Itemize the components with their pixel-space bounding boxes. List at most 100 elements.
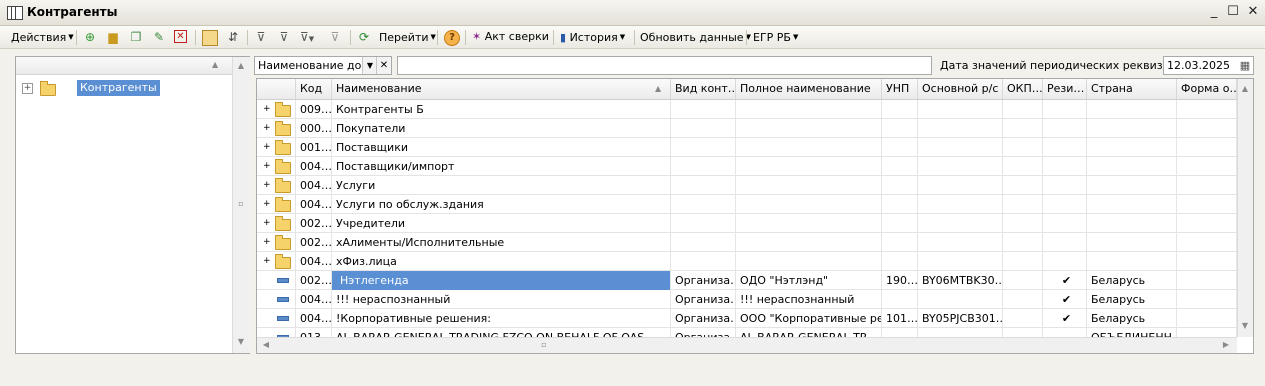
refresh-data-menu[interactable]: Обновить данные ▼	[640, 29, 751, 45]
table-row[interactable]: 004…!!! нераспознанный Организа…!!! нерас…	[257, 290, 1237, 309]
column-header[interactable]: Полное наименование	[736, 79, 882, 99]
hierarchy-view-icon[interactable]	[202, 30, 218, 46]
cell-type	[671, 100, 736, 119]
column-header[interactable]: Код	[296, 79, 332, 99]
column-header[interactable]: Форма о…	[1177, 79, 1237, 99]
cell-account	[918, 252, 1003, 271]
table-row-group[interactable]: +001… Поставщики	[257, 138, 1237, 157]
tree-item-root[interactable]: Контрагенты	[77, 80, 160, 96]
egr-menu[interactable]: ЕГР РБ ▼	[753, 29, 798, 45]
filter-history-icon[interactable]: ⊽▼	[300, 30, 314, 44]
table-row-group[interactable]: +002… Учредители	[257, 214, 1237, 233]
table-hscrollbar[interactable]: ◀ ▫ ▶	[257, 337, 1237, 353]
date-field[interactable]: 12.03.2025 ▦	[1163, 56, 1254, 75]
table-row-group[interactable]: +004… Поставщики/импорт	[257, 157, 1237, 176]
tree-scrollbar[interactable]: ▲ ▫ ▼	[232, 57, 250, 353]
expand-icon[interactable]: +	[22, 83, 33, 94]
expand-icon[interactable]: +	[263, 157, 271, 176]
column-header[interactable]: Рези…	[1043, 79, 1087, 99]
table-row-group[interactable]: +009… Контрагенты Б	[257, 100, 1237, 119]
delete-icon[interactable]: ✕	[174, 30, 187, 43]
close-button[interactable]: ✕	[1244, 4, 1262, 20]
table-row-group[interactable]: +000… Покупатели	[257, 119, 1237, 138]
history-menu[interactable]: ▮ История ▼	[560, 29, 625, 45]
copy-icon[interactable]: ❐	[129, 30, 143, 44]
goto-menu[interactable]: Перейти ▼	[379, 29, 436, 45]
cell-account: BY06MTBK30…	[918, 271, 1003, 290]
scroll-down-icon[interactable]: ▼	[234, 335, 248, 349]
scroll-down-icon[interactable]: ▼	[1238, 319, 1252, 333]
column-header[interactable]: УНП	[882, 79, 918, 99]
filter-clear-icon[interactable]: ⊽	[328, 30, 342, 44]
row-icon-cell: +	[257, 119, 296, 138]
add-icon[interactable]: ⊕	[83, 30, 97, 44]
column-header[interactable]: Наименование	[332, 79, 671, 99]
expand-icon[interactable]: +	[263, 252, 271, 271]
counterparties-table[interactable]: Код Наименование ▲ Вид конт… Полное наименов…	[256, 78, 1254, 354]
table-row-group[interactable]: +002… хАлименты/Исполнительные	[257, 233, 1237, 252]
table-row-group[interactable]: +004… Услуги	[257, 176, 1237, 195]
cell-account	[918, 328, 1003, 337]
dropdown-arrow-icon[interactable]: ▼	[362, 57, 377, 74]
cell-name: !!! нераспознанный	[332, 290, 671, 309]
scroll-thumb[interactable]: ▫	[537, 338, 551, 352]
cell-okp	[1003, 195, 1043, 214]
minimize-button[interactable]: _	[1205, 4, 1223, 20]
folder-icon	[275, 121, 291, 136]
date-value: 12.03.2025	[1167, 59, 1230, 72]
cell-resident	[1043, 138, 1087, 157]
edit-icon[interactable]: ✎	[152, 30, 166, 44]
cell-country	[1087, 252, 1177, 271]
folder-icon	[275, 197, 291, 212]
reconcile-button[interactable]: ✶ Акт сверки	[472, 29, 549, 45]
dropdown-arrow-icon: ▼	[68, 33, 74, 41]
move-to-group-icon[interactable]: ⇵	[226, 30, 240, 44]
table-row-group[interactable]: +004… Услуги по обслуж.здания	[257, 195, 1237, 214]
expand-icon[interactable]: +	[263, 100, 271, 119]
maximize-button[interactable]: ☐	[1224, 4, 1242, 20]
table-row[interactable]: 004… !Корпоративные решения: Организа… ООО …	[257, 309, 1237, 328]
cell-type	[671, 252, 736, 271]
cell-okp	[1003, 328, 1043, 337]
cell-type	[671, 119, 736, 138]
actions-menu[interactable]: Действия ▼	[11, 29, 74, 45]
refresh-icon[interactable]: ⟳	[357, 30, 371, 44]
folder-icon	[40, 81, 56, 96]
scroll-up-icon[interactable]: ▲	[1238, 82, 1252, 96]
search-field-combo[interactable]: Наименование догс ▼ ✕	[254, 56, 392, 75]
cell-okp	[1003, 214, 1043, 233]
column-header[interactable]: Основной р/с	[918, 79, 1003, 99]
filter-by-value-icon[interactable]: ⊽	[277, 30, 291, 44]
expand-icon[interactable]: +	[263, 138, 271, 157]
cell-name: Учредители	[332, 214, 671, 233]
filter-set-icon[interactable]: ⊽	[254, 30, 268, 44]
scroll-thumb[interactable]: ▫	[234, 197, 248, 211]
column-header[interactable]: Вид конт…	[671, 79, 736, 99]
cell-form	[1177, 138, 1237, 157]
expand-icon[interactable]: +	[263, 214, 271, 233]
scroll-up-icon[interactable]: ▲	[234, 59, 248, 73]
folder-icon	[275, 178, 291, 193]
scroll-right-icon[interactable]: ▶	[1219, 338, 1233, 352]
table-icon	[7, 6, 23, 20]
table-vscrollbar[interactable]: ▲ ▼	[1237, 79, 1253, 337]
table-row[interactable]: 013…AL BARAR GENERAL TRADING FZCO ON BEH…	[257, 328, 1237, 337]
table-row-group[interactable]: +004… хФиз.лица	[257, 252, 1237, 271]
column-header[interactable]: ОКП…	[1003, 79, 1043, 99]
cell-country: Беларусь	[1087, 290, 1177, 309]
cell-code: 002…	[296, 214, 332, 233]
expand-icon[interactable]: +	[263, 233, 271, 252]
expand-icon[interactable]: +	[263, 195, 271, 214]
groups-tree[interactable]: ▲ ▲ ▫ ▼ + Контрагенты	[15, 56, 250, 354]
clear-icon[interactable]: ✕	[376, 57, 391, 74]
expand-icon[interactable]: +	[263, 176, 271, 195]
table-row[interactable]: 002… Нэтлегенда Организа… ОДО "Нэтлэнд" 190……	[257, 271, 1237, 290]
help-icon[interactable]: ?	[444, 30, 460, 46]
search-input[interactable]	[397, 56, 932, 75]
sort-icon[interactable]: ▲	[212, 60, 218, 69]
scroll-left-icon[interactable]: ◀	[259, 338, 273, 352]
add-group-icon[interactable]: ▆	[106, 30, 120, 44]
column-header[interactable]: Страна	[1087, 79, 1177, 99]
expand-icon[interactable]: +	[263, 119, 271, 138]
calendar-icon[interactable]: ▦	[1238, 57, 1252, 74]
